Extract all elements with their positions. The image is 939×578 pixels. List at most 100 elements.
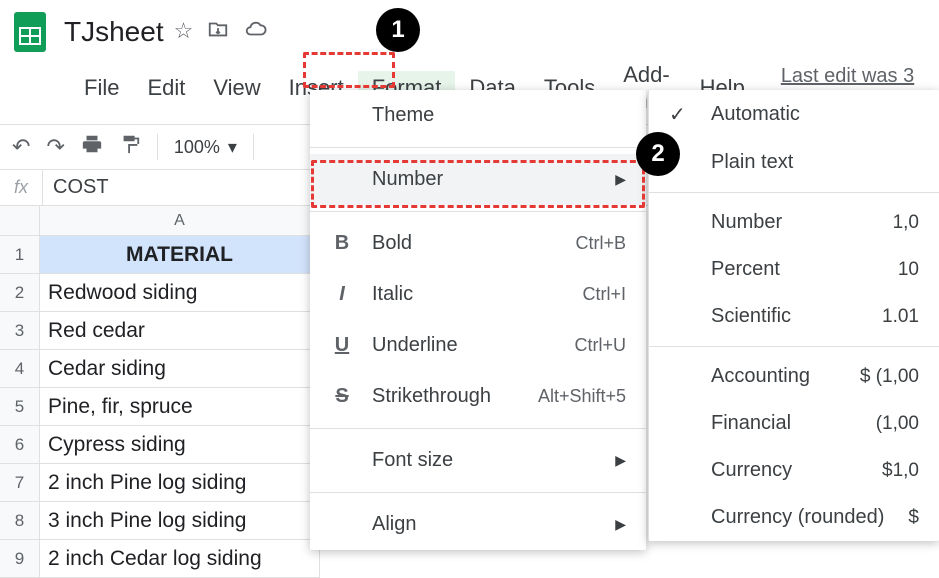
menu-separator: [310, 211, 646, 212]
sample-value: 10: [898, 259, 919, 281]
callout-badge-2: 2: [636, 132, 680, 176]
cell[interactable]: Redwood siding: [40, 274, 320, 312]
format-menu: Theme Number ▶ B Bold Ctrl+B I Italic Ct…: [310, 90, 646, 550]
submenu-item-plaintext[interactable]: Plain text: [649, 139, 939, 186]
row-header[interactable]: 1: [0, 236, 40, 274]
menu-edit[interactable]: Edit: [133, 71, 199, 105]
menu-item-bold[interactable]: B Bold Ctrl+B: [310, 218, 646, 269]
menu-item-strikethrough[interactable]: S Strikethrough Alt+Shift+5: [310, 371, 646, 422]
menu-item-label: Currency: [711, 459, 792, 482]
move-icon[interactable]: [207, 18, 229, 46]
submenu-item-number[interactable]: Number 1,0: [649, 199, 939, 246]
menu-file[interactable]: File: [70, 71, 133, 105]
print-icon[interactable]: [81, 133, 103, 161]
row-header[interactable]: 3: [0, 312, 40, 350]
bold-icon: B: [330, 232, 354, 255]
menu-shortcut: Ctrl+B: [575, 233, 626, 254]
underline-icon: U: [330, 334, 354, 357]
cell[interactable]: Pine, fir, spruce: [40, 388, 320, 426]
menu-item-label: Scientific: [711, 305, 791, 328]
menu-view[interactable]: View: [199, 71, 274, 105]
menu-item-label: Currency (rounded): [711, 506, 884, 529]
submenu-item-percent[interactable]: Percent 10: [649, 246, 939, 293]
menu-shortcut: Alt+Shift+5: [538, 386, 626, 407]
row-header[interactable]: 5: [0, 388, 40, 426]
menu-item-label: Number: [372, 168, 443, 191]
chevron-right-icon: ▶: [615, 516, 626, 533]
title-bar: TJsheet ☆: [0, 0, 939, 58]
row-header[interactable]: 6: [0, 426, 40, 464]
cell[interactable]: 3 inch Pine log siding: [40, 502, 320, 540]
number-submenu: ✓ Automatic Plain text Number 1,0 Percen…: [648, 90, 939, 541]
sample-value: $ (1,00: [860, 366, 919, 388]
cell[interactable]: MATERIAL: [40, 236, 320, 274]
zoom-dropdown[interactable]: 100% ▾: [174, 137, 237, 158]
sample-value: 1.01: [882, 306, 919, 328]
submenu-item-financial[interactable]: Financial (1,00: [649, 400, 939, 447]
chevron-right-icon: ▶: [615, 171, 626, 188]
row-header[interactable]: 2: [0, 274, 40, 312]
menu-separator: [649, 192, 939, 193]
chevron-down-icon: ▾: [228, 137, 237, 158]
row-header[interactable]: 8: [0, 502, 40, 540]
menu-item-label: Strikethrough: [372, 385, 491, 408]
row-header[interactable]: 9: [0, 540, 40, 578]
cell[interactable]: 2 inch Pine log siding: [40, 464, 320, 502]
fx-icon: fx: [0, 171, 42, 204]
sample-value: 1,0: [893, 212, 919, 234]
menu-separator: [310, 147, 646, 148]
cloud-icon[interactable]: [243, 18, 267, 46]
menu-item-align[interactable]: Align ▶: [310, 499, 646, 550]
submenu-item-automatic[interactable]: ✓ Automatic: [649, 90, 939, 139]
menu-item-label: Financial: [711, 412, 791, 435]
menu-separator: [310, 428, 646, 429]
paint-format-icon[interactable]: [119, 133, 141, 161]
sample-value: $: [908, 507, 919, 529]
menu-item-label: Underline: [372, 334, 458, 357]
menu-item-label: Accounting: [711, 365, 810, 388]
menu-item-label: Number: [711, 211, 782, 234]
menu-item-label: Font size: [372, 449, 453, 472]
menu-item-fontsize[interactable]: Font size ▶: [310, 435, 646, 486]
menu-item-label: Automatic: [711, 103, 800, 126]
toolbar-separator: [253, 134, 254, 160]
check-icon: ✓: [669, 102, 693, 127]
menu-item-number[interactable]: Number ▶: [310, 154, 646, 205]
cell[interactable]: Cedar siding: [40, 350, 320, 388]
column-header-a[interactable]: A: [40, 206, 320, 236]
menu-item-label: Theme: [372, 104, 434, 127]
document-title[interactable]: TJsheet: [64, 16, 164, 48]
menu-item-label: Bold: [372, 232, 412, 255]
row-header[interactable]: 7: [0, 464, 40, 502]
menu-item-theme[interactable]: Theme: [310, 90, 646, 141]
strikethrough-icon: S: [330, 385, 354, 408]
select-all-corner[interactable]: [0, 206, 40, 236]
submenu-item-scientific[interactable]: Scientific 1.01: [649, 293, 939, 340]
submenu-item-currency[interactable]: Currency $1,0: [649, 447, 939, 494]
chevron-right-icon: ▶: [615, 452, 626, 469]
zoom-value: 100%: [174, 137, 220, 158]
submenu-item-currency-rounded[interactable]: Currency (rounded) $: [649, 494, 939, 541]
sample-value: $1,0: [882, 460, 919, 482]
star-icon[interactable]: ☆: [174, 18, 194, 46]
menu-item-label: Italic: [372, 283, 413, 306]
sample-value: (1,00: [876, 413, 919, 435]
callout-badge-1: 1: [376, 8, 420, 52]
italic-icon: I: [330, 283, 354, 306]
menu-shortcut: Ctrl+U: [574, 335, 626, 356]
sheets-logo[interactable]: [12, 8, 48, 56]
toolbar-separator: [157, 134, 158, 160]
menu-item-label: Percent: [711, 258, 780, 281]
submenu-item-accounting[interactable]: Accounting $ (1,00: [649, 353, 939, 400]
cell[interactable]: Cypress siding: [40, 426, 320, 464]
menu-item-label: Plain text: [711, 151, 793, 174]
row-header[interactable]: 4: [0, 350, 40, 388]
menu-separator: [649, 346, 939, 347]
menu-shortcut: Ctrl+I: [582, 284, 626, 305]
redo-icon[interactable]: ↷: [46, 134, 64, 160]
menu-item-underline[interactable]: U Underline Ctrl+U: [310, 320, 646, 371]
undo-icon[interactable]: ↶: [12, 134, 30, 160]
cell[interactable]: 2 inch Cedar log siding: [40, 540, 320, 578]
cell[interactable]: Red cedar: [40, 312, 320, 350]
menu-item-italic[interactable]: I Italic Ctrl+I: [310, 269, 646, 320]
